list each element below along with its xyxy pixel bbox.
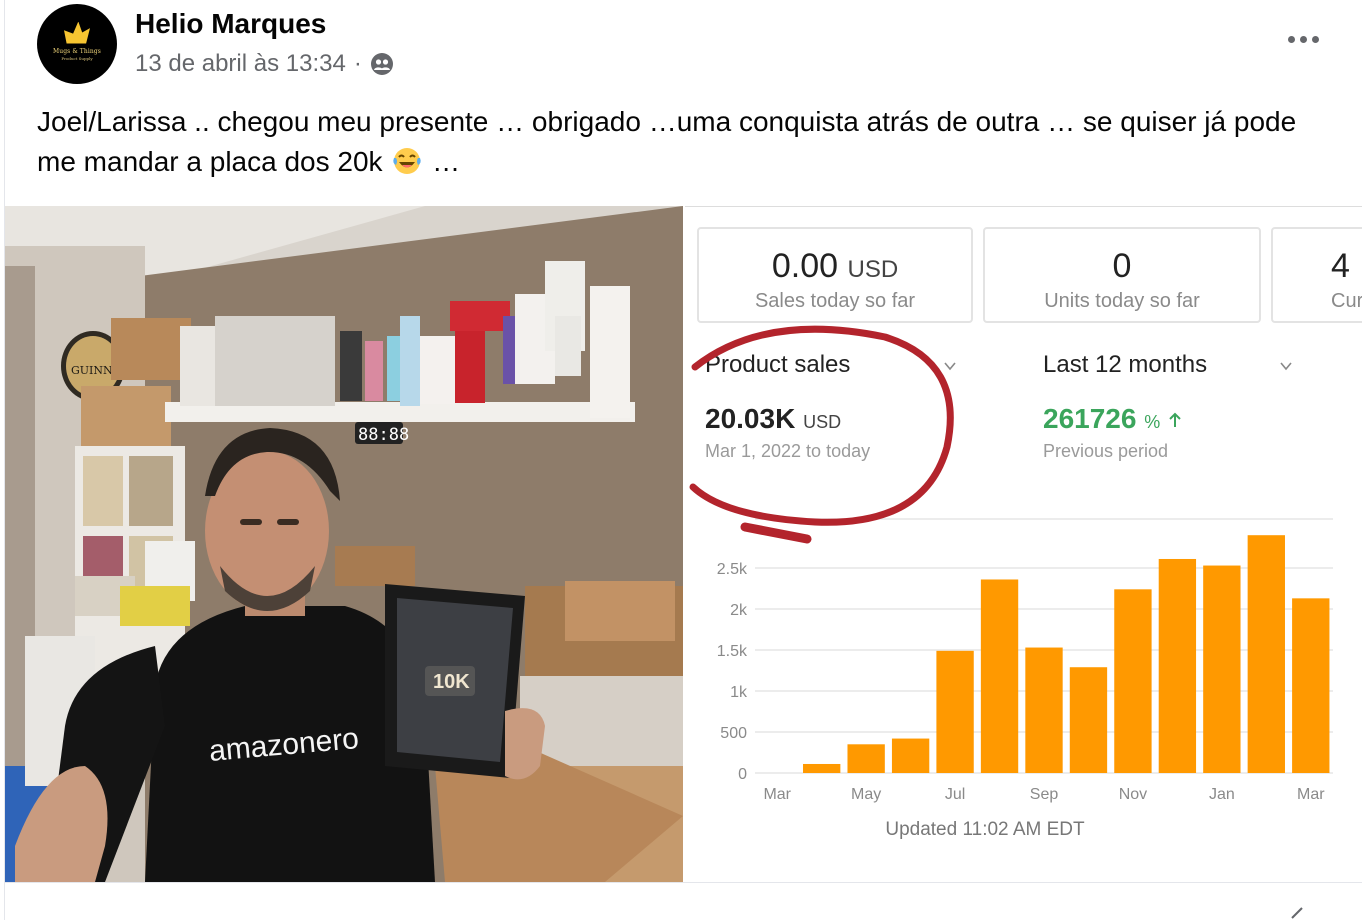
bar-apr [803,763,841,773]
x-tick-label: Nov [1119,786,1147,803]
post-text-ellipsis: … [432,146,461,177]
sales-today-value-row: 0.00 USD [699,247,971,286]
y-tick-label: 500 [720,725,747,742]
y-tick-label: 1.5k [717,643,748,660]
bar-sep [1025,647,1063,773]
more-dot [1299,35,1307,43]
units-today-card: 0 Units today so far [983,227,1261,323]
seller-dashboard-screenshot[interactable]: 0.00 USD Sales today so far 0 Units toda… [685,206,1362,882]
x-tick-label: Jul [945,786,965,803]
sign-text: GUINN [71,364,113,377]
growth-value: 261726 [1043,403,1137,434]
post-timestamp[interactable]: 13 de abril às 13:34 [135,50,346,78]
x-tick-label: Sep [1030,786,1059,803]
plaque-text: 10K [433,671,470,693]
chevron-down-icon[interactable] [1279,359,1293,373]
more-options-button[interactable] [1283,24,1323,54]
clock-display-text: 88:88 [358,425,409,445]
units-today-value: 0 [1112,247,1132,285]
red-circle-annotation [689,325,954,544]
x-tick-label: Jan [1209,786,1235,803]
bar-nov [1114,589,1152,773]
avatar[interactable]: Mugs & Things Product Supply [37,4,117,84]
photo-man-with-plaque[interactable]: GUINN 88:88 amazonero 10K [5,206,683,882]
sales-today-unit: USD [847,256,899,283]
photo-illustration: GUINN 88:88 amazonero 10K [5,206,683,882]
y-tick-label: 1k [730,684,748,701]
current-card: 4 Cur [1271,227,1362,323]
more-dot [1311,35,1319,43]
y-tick-label: 0 [738,766,747,783]
post-text: Joel/Larissa .. chegou meu presente … ob… [37,102,1337,182]
author-name[interactable]: Helio Marques [135,8,326,40]
x-tick-label: Mar [763,786,791,803]
post-meta: 13 de abril às 13:34 · [135,50,394,78]
sales-today-label: Sales today so far [754,290,916,312]
bar-jan [1203,565,1241,773]
post-card: Mugs & Things Product Supply Helio Marqu… [4,0,1362,920]
avatar-logo-subtext: Product Supply [61,55,93,61]
period-selector[interactable]: Last 12 months [1043,351,1207,379]
meta-separator: · [353,50,362,77]
y-tick-label: 2k [730,602,748,619]
previous-period-label: Previous period [1043,441,1169,461]
x-tick-label: Mar [1297,786,1325,803]
bar-dec [1158,558,1197,773]
bar-jul [936,650,974,773]
sales-today-value: 0.00 [771,247,839,285]
crown-logo-icon [64,21,90,44]
bar-feb [1247,535,1285,773]
x-tick-label: May [851,786,881,803]
units-today-label: Units today so far [1044,290,1200,312]
bar-mar [1292,598,1330,773]
bar-may [847,744,885,773]
bar-jun [891,738,930,773]
growth-unit: % [1144,412,1161,432]
bar-oct [1069,667,1108,773]
current-value: 4 [1331,247,1350,285]
sales-today-card: 0.00 USD Sales today so far [697,227,973,323]
post-text-body: Joel/Larissa .. chegou meu presente … ob… [37,106,1297,177]
laughing-crying-emoji-icon [393,148,421,174]
more-horizontal-icon [1287,35,1295,43]
post-media[interactable]: GUINN 88:88 amazonero 10K 0.00 USD Sales… [5,206,1362,882]
growth-value-row: 261726 % [1043,403,1182,435]
bar-aug [980,579,1019,773]
arrow-up-icon [1169,412,1181,427]
post-header: Mugs & Things Product Supply Helio Marqu… [5,0,1362,92]
friends-icon[interactable] [370,52,394,76]
current-label: Cur [1331,290,1362,312]
avatar-logo-text: Mugs & Things [53,47,101,55]
updated-timestamp: Updated 11:02 AM EDT [885,819,1085,840]
post-footer-divider [5,882,1362,883]
chevron-right-icon[interactable] [1284,900,1314,920]
